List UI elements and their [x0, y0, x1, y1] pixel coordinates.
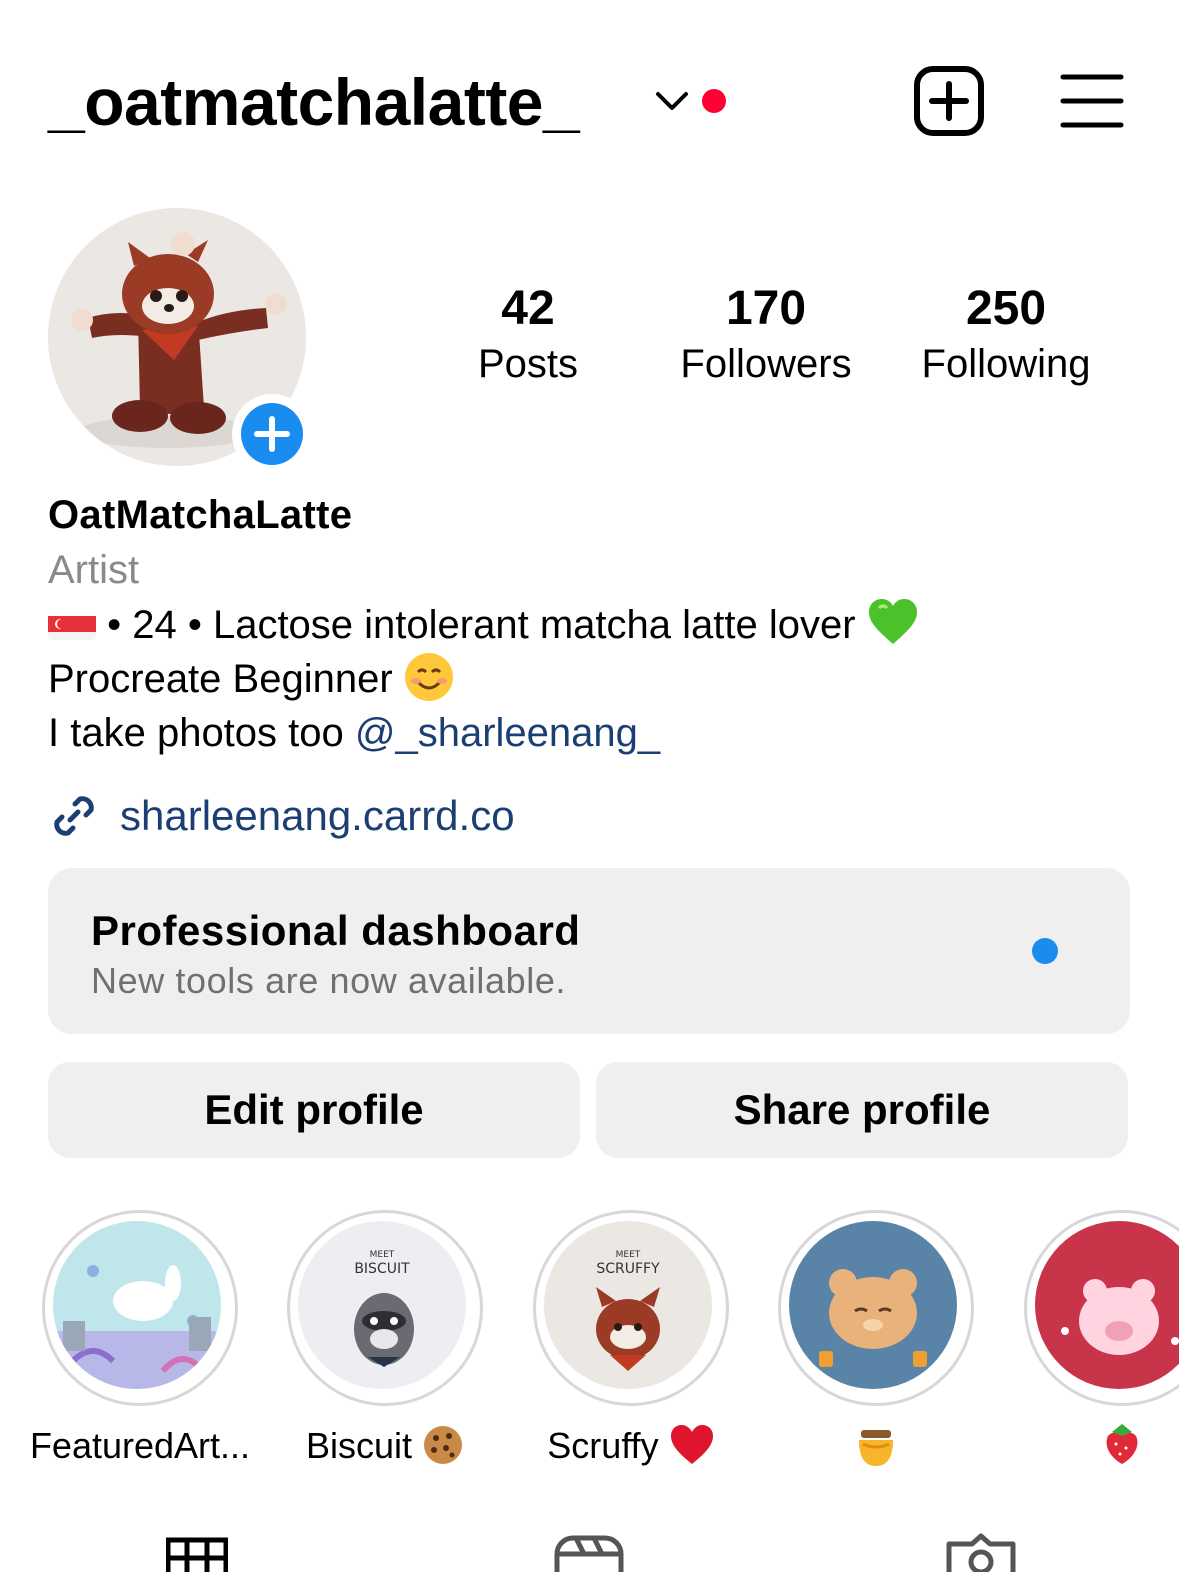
share-profile-button[interactable]: Share profile — [596, 1062, 1128, 1158]
chevron-down-icon[interactable] — [652, 84, 692, 116]
bio-section: OatMatchaLatte Artist • 24 • Lactose int… — [48, 490, 1148, 760]
bio-line-3-text: I take photos too — [48, 711, 355, 755]
category-label: Artist — [48, 548, 140, 592]
add-story-circle — [241, 403, 303, 465]
bio-line-3: I take photos too @_sharleenang_ — [48, 706, 1148, 760]
add-story-button[interactable] — [232, 394, 312, 474]
reels-tab-icon[interactable] — [554, 1530, 624, 1572]
smiling-face-icon — [404, 652, 454, 702]
honey-pot-icon — [859, 1430, 893, 1466]
followers-count: 170 — [725, 282, 807, 335]
menu-icon[interactable] — [1060, 72, 1124, 130]
biscuit-raccoon-thumbnail: MEET BISCUIT — [298, 1221, 466, 1389]
highlight-label: FeaturedArt... — [29, 1425, 251, 1466]
bio-line-1-text: • 24 • Lactose intolerant matcha latte l… — [96, 603, 867, 647]
bio-line-1: • 24 • Lactose intolerant matcha latte l… — [48, 598, 1148, 652]
strawberry-icon — [1106, 1424, 1138, 1464]
professional-dashboard-card[interactable]: Professional dashboard New tools are now… — [48, 868, 1130, 1034]
following-label: Following — [921, 342, 1091, 386]
following-count: 250 — [965, 282, 1047, 335]
profile-header: _oatmatchalatte_ — [0, 0, 1179, 190]
bear-thumbnail — [789, 1221, 957, 1389]
username-switcher[interactable]: _oatmatchalatte_ — [48, 62, 580, 142]
notification-dot — [702, 89, 726, 113]
tagged-tab-icon[interactable] — [946, 1530, 1016, 1572]
svg-text:SCRUFFY: SCRUFFY — [596, 1261, 660, 1277]
mention-link[interactable]: @_sharleenang_ — [355, 711, 660, 755]
highlight-label: Scruffy — [547, 1425, 669, 1466]
link-icon — [54, 796, 94, 836]
svg-text:MEET: MEET — [370, 1250, 395, 1260]
followers-stat[interactable]: 170 Followers — [668, 280, 864, 390]
bio-line-2-text: Procreate Beginner — [48, 657, 404, 701]
singapore-flag-icon — [48, 608, 96, 640]
heart-icon — [670, 1425, 713, 1464]
dashboard-title: Professional dashboard — [91, 907, 581, 954]
svg-text:MEET: MEET — [616, 1250, 641, 1260]
posts-stat[interactable]: 42 Posts — [450, 280, 606, 390]
highlight-label-row — [994, 1422, 1179, 1470]
highlight-label-row — [748, 1422, 1004, 1472]
svg-text:BISCUIT: BISCUIT — [354, 1261, 410, 1277]
new-post-icon[interactable] — [914, 66, 984, 136]
bio-line-2: Procreate Beginner — [48, 652, 1148, 706]
edit-profile-button[interactable]: Edit profile — [48, 1062, 580, 1158]
posts-count: 42 — [501, 282, 555, 335]
highlight-label-row: Scruffy — [503, 1422, 759, 1470]
grid-tab-icon[interactable] — [166, 1530, 228, 1572]
featured-art-thumbnail — [53, 1221, 221, 1389]
highlight-label-row: Biscuit — [257, 1422, 513, 1470]
followers-label: Followers — [680, 342, 852, 386]
website-link-text[interactable]: sharleenang.carrd.co — [120, 788, 515, 844]
highlight-label: Biscuit — [305, 1425, 423, 1466]
display-name: OatMatchaLatte — [48, 493, 353, 537]
new-indicator-dot — [1032, 938, 1058, 964]
following-stat[interactable]: 250 Following — [906, 280, 1106, 390]
posts-label: Posts — [477, 342, 579, 386]
cookie-icon — [424, 1426, 463, 1464]
scruffy-red-panda-thumbnail: MEET SCRUFFY — [544, 1221, 712, 1389]
green-heart-icon — [867, 598, 919, 646]
dashboard-subtitle: New tools are now available. — [91, 960, 567, 1001]
plus-icon — [254, 416, 290, 452]
